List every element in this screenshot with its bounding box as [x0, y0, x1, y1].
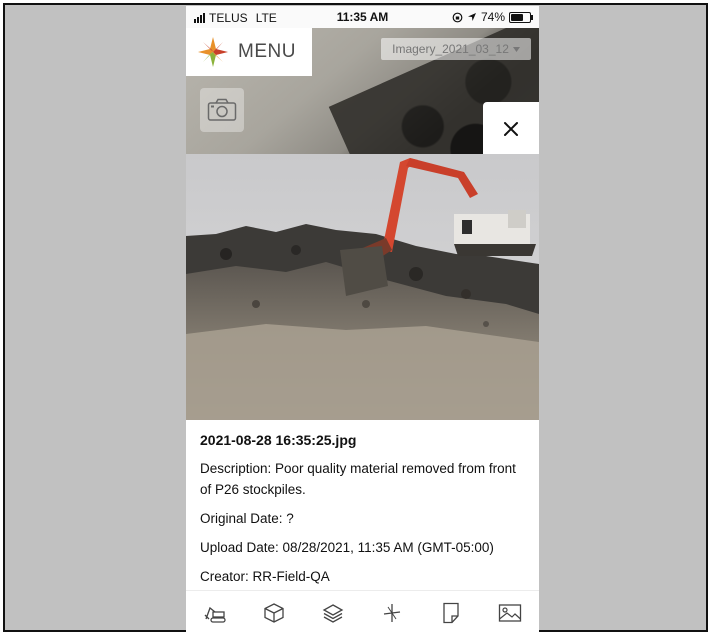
close-photo-button[interactable] — [483, 102, 539, 156]
photo-details: 2021-08-28 16:35:25.jpg Description: Poo… — [200, 424, 525, 595]
cube-icon — [264, 602, 284, 623]
photo-upload-date: Upload Date: 08/28/2021, 11:35 AM (GMT-0… — [200, 540, 494, 555]
chevron-down-icon — [512, 46, 520, 52]
document-icon — [443, 602, 459, 623]
battery-percent: 74% — [480, 10, 505, 24]
camera-button[interactable] — [200, 88, 244, 132]
measure-icon — [383, 603, 400, 622]
location-arrow-icon — [467, 13, 476, 21]
layers-tool-button[interactable] — [315, 598, 351, 628]
orientation-lock-icon — [452, 12, 463, 22]
layers-icon — [322, 603, 344, 623]
bottom-toolbar — [186, 590, 539, 633]
phone-screen: TELUS LTE 11:35 AM 74% MENU Imagery_2021… — [186, 6, 539, 633]
site-photo — [186, 154, 539, 420]
battery-icon — [509, 11, 533, 23]
photo-creator: Creator: RR-Field-QA — [200, 569, 330, 584]
close-icon — [504, 122, 518, 136]
imagery-select[interactable]: Imagery_2021_03_12 — [381, 38, 531, 60]
status-right: 74% — [452, 10, 533, 24]
compass-star-logo-icon — [198, 37, 228, 67]
status-bar: TELUS LTE 11:35 AM 74% — [186, 6, 539, 28]
cube-tool-button[interactable] — [256, 598, 292, 628]
excavator-tool-button[interactable] — [197, 598, 233, 628]
image-icon — [498, 603, 521, 622]
excavator-icon — [204, 606, 227, 623]
menu-button[interactable]: MENU — [186, 28, 312, 76]
imagery-select-value: Imagery_2021_03_12 — [392, 42, 509, 56]
photo-description: Description: Poor quality material remov… — [200, 461, 516, 497]
document-tool-button[interactable] — [433, 598, 469, 628]
camera-icon — [207, 98, 237, 121]
measure-tool-button[interactable] — [374, 598, 410, 628]
photo-filename: 2021-08-28 16:35:25.jpg — [200, 432, 357, 448]
menu-label: MENU — [238, 41, 296, 62]
image-tool-button[interactable] — [492, 598, 528, 628]
photo-original-date: Original Date: ? — [200, 511, 294, 526]
